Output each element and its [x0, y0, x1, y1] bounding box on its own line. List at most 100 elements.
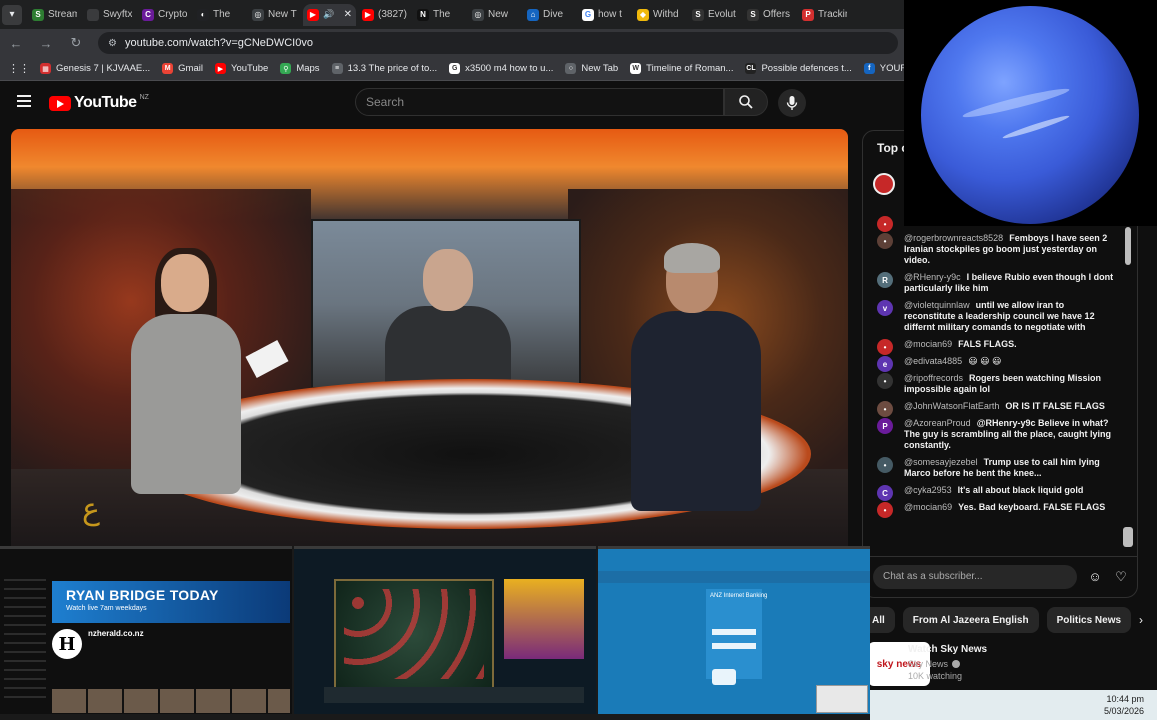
bookmark-item[interactable]: ▦ Genesis 7 | KJVAAE... [40, 63, 150, 74]
chat-avatar[interactable]: • [877, 502, 893, 518]
chat-message[interactable]: • @somesayjezebel Trump use to call him ly… [863, 454, 1137, 482]
chat-author[interactable]: @mocian69 [904, 502, 952, 512]
bookmark-favicon-icon: ▶ [214, 63, 226, 74]
browser-tab[interactable]: C Crypto [138, 4, 191, 26]
forward-arrow-icon[interactable]: → [38, 36, 54, 51]
chat-author[interactable]: @mocian69 [904, 339, 952, 349]
chat-input[interactable]: Chat as a subscriber... [873, 564, 1077, 589]
youtube-logo[interactable]: YouTube NZ [49, 94, 149, 112]
browser-tab[interactable]: ▶ 🔊 ✕ [303, 3, 356, 26]
system-clock[interactable]: 10:44 pm 5/03/2026 [1104, 693, 1144, 717]
suggested-video[interactable]: sky news Watch Sky News Sky News 10K wat… [868, 640, 1157, 690]
video-player[interactable]: ﻉ [11, 129, 848, 550]
chat-message[interactable]: • @JohnWatsonFlatEarth OR IS IT FALSE FLAG… [863, 398, 1137, 417]
chip-politics-news[interactable]: Politics News [1046, 607, 1132, 633]
chat-author[interactable]: @JohnWatsonFlatEarth [904, 401, 999, 411]
browser-tab[interactable]: S Offers [743, 4, 796, 26]
chat-author[interactable]: @AzoreanProud [904, 418, 971, 428]
reload-icon[interactable]: ↻ [68, 35, 84, 51]
suggested-viewers: 10K watching [908, 671, 963, 681]
apps-grid-icon[interactable]: ⋮⋮ [8, 62, 30, 75]
emoji-icon[interactable]: ☺ [1087, 569, 1103, 585]
heart-icon[interactable]: ♡ [1113, 569, 1129, 585]
chat-avatar[interactable]: v [877, 300, 893, 316]
browser-tab[interactable]: P Trackin [798, 4, 851, 26]
chat-author[interactable]: @cyka2953 [904, 485, 952, 495]
tab-favicon-icon: S [747, 8, 759, 21]
chip-from-al-jazeera[interactable]: From Al Jazeera English [902, 607, 1039, 633]
browser-tab[interactable]: S Evolut [688, 4, 741, 26]
chat-message[interactable]: C @cyka2953 It's all about black liquid go… [863, 482, 1137, 501]
browser-tab[interactable]: ◎ New T [248, 4, 301, 26]
tab-list-button[interactable]: ▾ [2, 4, 22, 25]
site-info-icon[interactable]: ⚙ [108, 38, 117, 49]
chat-message[interactable]: e @edivata4885 😃 😃 😃 [863, 353, 1137, 372]
tab-close-icon[interactable]: ✕ [344, 9, 352, 20]
chevron-right-icon[interactable]: › [1139, 613, 1143, 627]
browser-tab[interactable]: S Stream [28, 4, 81, 26]
bookmark-item[interactable]: ⚲ Maps [280, 63, 320, 74]
thumbnail-slot-game[interactable] [294, 546, 596, 714]
chat-message[interactable]: R @RHenry-y9c I believe Rubio even though … [863, 269, 1137, 297]
tab-favicon-icon: ◎ [252, 8, 264, 21]
tab-title: Withd [653, 9, 679, 20]
search-input[interactable]: Search [355, 88, 724, 116]
chat-message[interactable]: • @mocian69 Yes. Bad keyboard. FALSE FLAGS [863, 499, 1137, 518]
menu-icon[interactable] [17, 95, 31, 107]
suggested-video-title[interactable]: Watch Sky News [908, 644, 987, 655]
chat-message[interactable]: • @rogerbrownreacts8528 Femboys I have see… [863, 230, 1137, 269]
browser-tab[interactable]: Ghow t [578, 4, 631, 26]
bookmark-item[interactable]: ▶ YouTube [214, 63, 268, 74]
suggested-channel-name: Sky News [908, 659, 949, 669]
chat-scrollbar-thumb[interactable] [1125, 227, 1131, 265]
bookmark-item[interactable]: Gx3500 m4 how to u... [449, 63, 553, 74]
tab-title: New [488, 9, 509, 20]
search-placeholder: Search [366, 95, 405, 109]
bookmark-label: Gmail [178, 63, 203, 74]
bookmark-item[interactable]: CL Possible defences t... [745, 63, 852, 74]
thumbnail-nzherald[interactable]: RYAN BRIDGE TODAY Watch live 7am weekday… [0, 546, 292, 714]
chat-avatar[interactable]: • [877, 233, 893, 249]
chat-avatar[interactable]: • [877, 373, 893, 389]
chat-avatar[interactable]: • [877, 457, 893, 473]
browser-tab[interactable]: ◎ New [468, 4, 521, 26]
bookmark-item[interactable]: ○ New Tab [565, 63, 618, 74]
browser-tab[interactable]: ◆ Withd [633, 4, 686, 26]
browser-tab[interactable]: ⌂ Dive [523, 4, 576, 26]
address-bar[interactable]: ⚙ youtube.com/watch?v=gCNeDWCI0vo [98, 32, 898, 54]
bookmark-item[interactable]: M Gmail [162, 63, 203, 74]
chat-avatar[interactable]: P [877, 418, 893, 434]
al-jazeera-logo-icon: ﻉ [82, 491, 100, 527]
bookmark-item[interactable]: W Timeline of Roman... [630, 63, 733, 74]
chat-scroll-handle[interactable] [1123, 527, 1133, 547]
chat-author[interactable]: @rogerbrownreacts8528 [904, 233, 1003, 243]
address-url: youtube.com/watch?v=gCNeDWCI0vo [124, 37, 313, 49]
pinned-avatar [873, 173, 895, 195]
chat-message[interactable]: v @violetquinnlaw until we allow iran to r… [863, 297, 1137, 336]
nzherald-channel-name: nzherald.co.nz [88, 629, 144, 638]
browser-tab[interactable]: ▶ (3827) [358, 4, 411, 26]
suggested-channel: Sky News [908, 659, 961, 669]
chat-author[interactable]: @ripoffrecords [904, 373, 963, 383]
browser-tab[interactable]: Swyftx [83, 4, 136, 26]
back-arrow-icon[interactable]: ← [8, 36, 24, 51]
chat-author[interactable]: @RHenry-y9c [904, 272, 961, 282]
bank-password-field [712, 643, 756, 649]
chat-author[interactable]: @violetquinnlaw [904, 300, 970, 310]
tab-audio-icon[interactable]: 🔊 [323, 9, 334, 20]
chat-avatar[interactable]: R [877, 272, 893, 288]
chat-author[interactable]: @somesayjezebel [904, 457, 978, 467]
browser-tab[interactable]: ◐ The [193, 4, 246, 26]
chat-author[interactable]: @edivata4885 [904, 356, 962, 366]
chat-message[interactable]: • @ripoffrecords Rogers been watching Miss… [863, 370, 1137, 398]
search-button[interactable] [724, 88, 768, 116]
chat-message-list[interactable]: •@hothighlights.294Qatar got please•@rog… [863, 213, 1137, 553]
browser-tab[interactable]: N The [413, 4, 466, 26]
voice-search-button[interactable] [778, 89, 806, 117]
thumbnail-internet-banking[interactable]: ANZ Internet Banking [598, 546, 870, 714]
chat-message[interactable]: P @AzoreanProud @RHenry-y9c Believe in wha… [863, 415, 1137, 454]
nzherald-video-row [52, 689, 290, 713]
chat-message[interactable]: • @mocian69 FALS FLAGS. [863, 336, 1137, 355]
bookmark-item[interactable]: f YOUR [863, 63, 904, 74]
bookmark-item[interactable]: ≡ 13.3 The price of to... [331, 63, 437, 74]
